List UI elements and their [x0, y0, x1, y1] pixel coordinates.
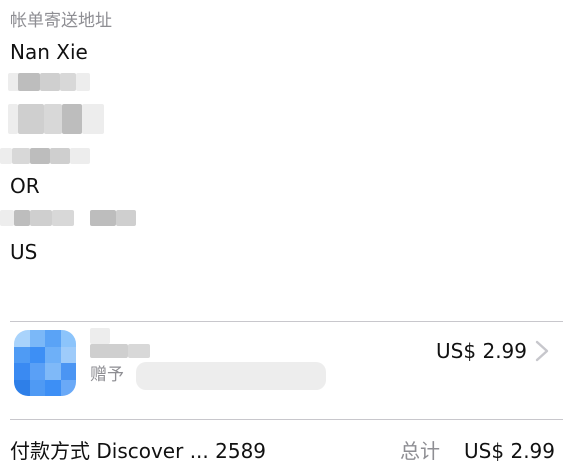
divider-bottom: [10, 419, 563, 420]
billing-address-title: 帐单寄送地址: [10, 11, 112, 31]
app-icon: [14, 330, 76, 396]
billing-country: US: [10, 240, 38, 264]
payment-label: 付款方式: [10, 439, 90, 463]
total-value: US$ 2.99: [464, 439, 555, 463]
gift-label: 赠予: [90, 365, 124, 385]
payment-method-value: Discover ... 2589: [96, 439, 267, 463]
payment-method[interactable]: 付款方式 Discover ... 2589: [10, 437, 266, 465]
billing-state: OR: [10, 174, 40, 198]
billing-name: Nan Xie: [10, 40, 88, 64]
total-label: 总计: [400, 439, 440, 463]
item-price: US$ 2.99: [436, 339, 527, 363]
divider-top: [10, 321, 563, 322]
chevron-right-icon[interactable]: [531, 339, 553, 363]
